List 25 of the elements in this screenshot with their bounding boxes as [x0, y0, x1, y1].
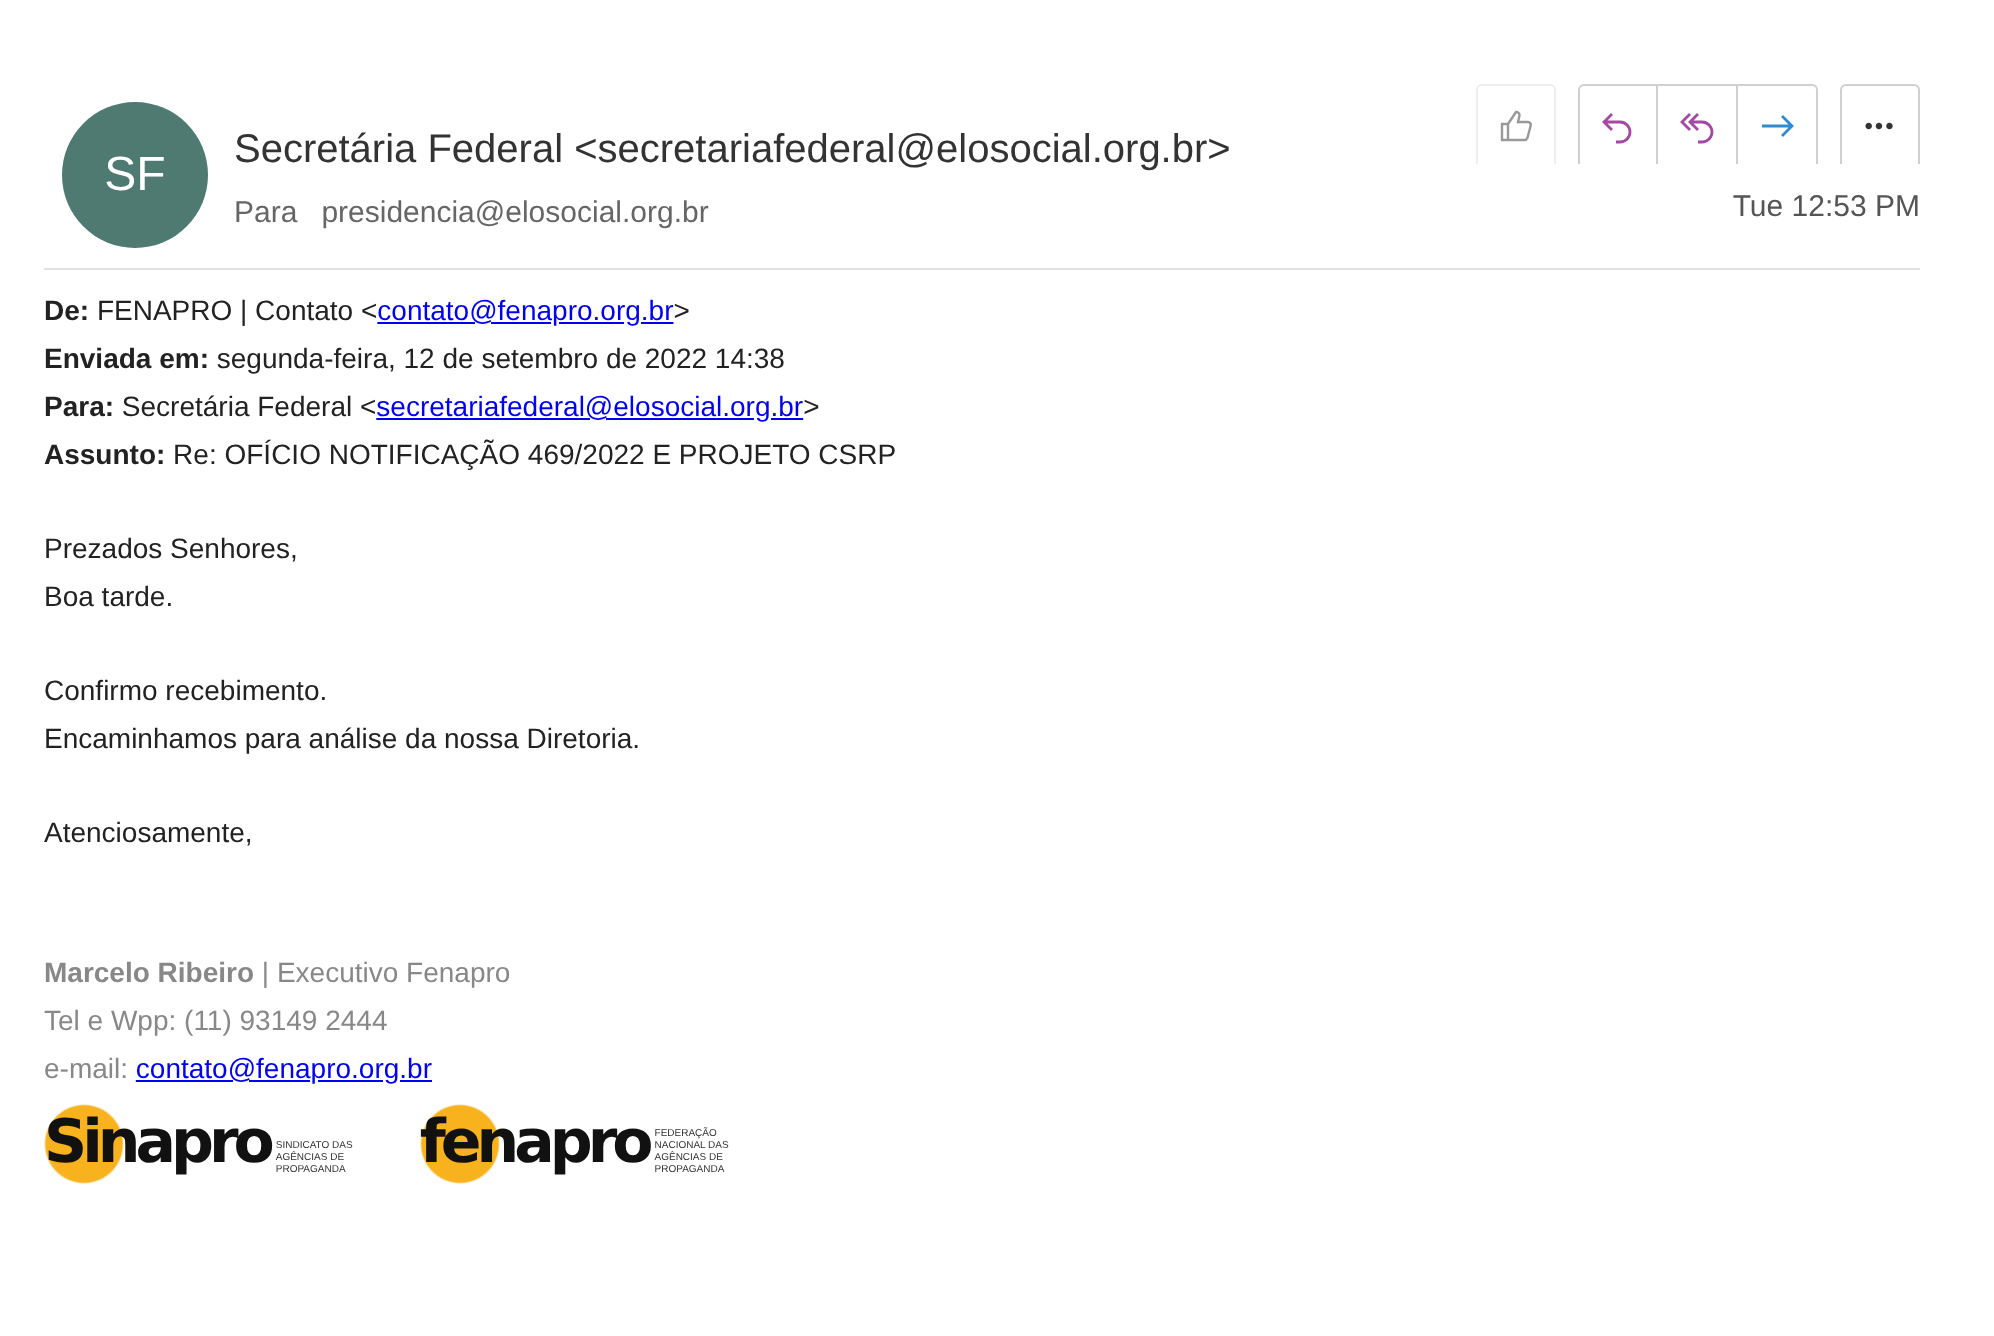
body-text: Prezados Senhores,: [44, 530, 300, 568]
body-text: Boa tarde.: [44, 578, 176, 616]
email-link[interactable]: contato@fenapro.org.br: [135, 1052, 432, 1084]
body-text: Encaminhamos para análise da nossa Diretoria.: [44, 720, 643, 758]
reply-button[interactable]: [1578, 84, 1658, 164]
like-button[interactable]: [1476, 84, 1556, 164]
signature-email: e-mail: contato@fenapro.org.br: [44, 1050, 434, 1088]
email-link[interactable]: contato@fenapro.org.br: [377, 294, 674, 326]
recipient: presidencia@elosocial.org.br: [321, 194, 709, 234]
body-text: Atenciosamente,: [44, 814, 255, 852]
signature-phone: Tel e Wpp: (11) 93149 2444: [44, 1002, 390, 1040]
signature-name: Marcelo Ribeiro | Executivo Fenapro: [44, 954, 513, 992]
reply-all-button[interactable]: [1658, 84, 1738, 164]
sender-name: Secretária Federal <secretariafederal@elosocial.org.br>: [234, 126, 1233, 176]
header-line: Assunto: Re: OFÍCIO NOTIFICAÇÃO 469/2022 E PROJETO CSRP: [44, 436, 899, 474]
avatar: SF: [62, 102, 208, 248]
header-line: Enviada em: segunda-feira, 12 de setembro de 2022 14:38: [44, 340, 787, 378]
to-label: Para: [234, 194, 298, 234]
more-button[interactable]: •••: [1840, 84, 1920, 164]
email-link[interactable]: secretariafederal@elosocial.org.br: [376, 390, 804, 422]
header-line: Para: Secretária Federal <secretariafederal@elosocial.org.br>: [44, 388, 822, 426]
message-time: Tue 12:53 PM: [1732, 188, 1920, 228]
like-icon: [1496, 105, 1536, 145]
header-line: De: FENAPRO | Contato <contato@fenapro.org.br>: [44, 292, 692, 330]
body-text: Confirmo recebimento.: [44, 672, 330, 710]
